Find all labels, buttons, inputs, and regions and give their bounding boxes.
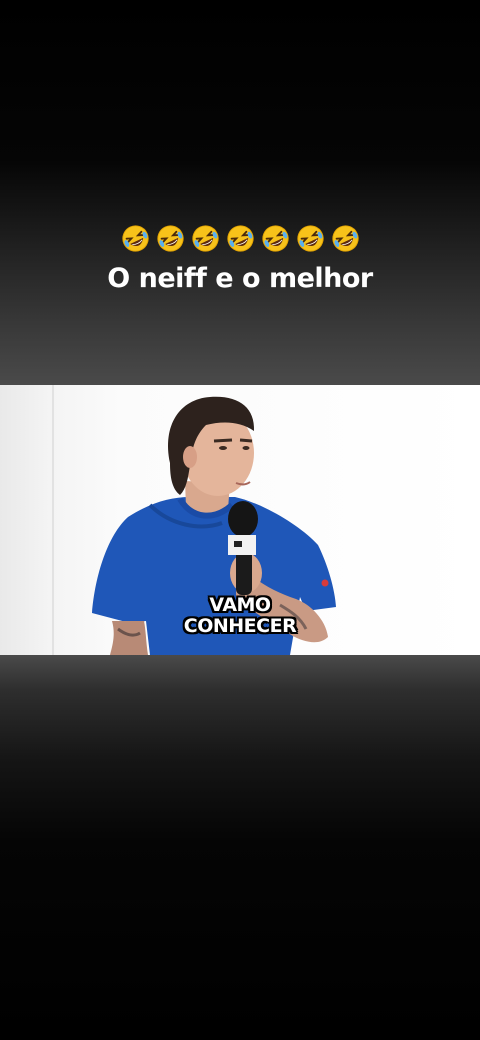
video-post-screen: O neiff e o melhor VAMO CONHECER <box>0 0 480 1040</box>
emoji-row <box>0 220 480 256</box>
subtitle-line-1: VAMO <box>209 594 271 616</box>
rolling-on-floor-laughing-icon <box>121 224 150 253</box>
rolling-on-floor-laughing-icon <box>226 224 255 253</box>
microphone-head <box>228 501 258 537</box>
rolling-on-floor-laughing-icon <box>331 224 360 253</box>
video-subtitle: VAMO CONHECER <box>140 595 340 637</box>
rolling-on-floor-laughing-icon <box>191 224 220 253</box>
subtitle-line-2: CONHECER <box>183 615 297 637</box>
rolling-on-floor-laughing-icon <box>156 224 185 253</box>
rolling-on-floor-laughing-icon <box>261 224 290 253</box>
rolling-on-floor-laughing-icon <box>296 224 325 253</box>
caption-text: O neiff e o melhor <box>107 263 373 294</box>
video-player[interactable]: VAMO CONHECER <box>0 385 480 655</box>
post-caption: O neiff e o melhor <box>0 220 480 296</box>
